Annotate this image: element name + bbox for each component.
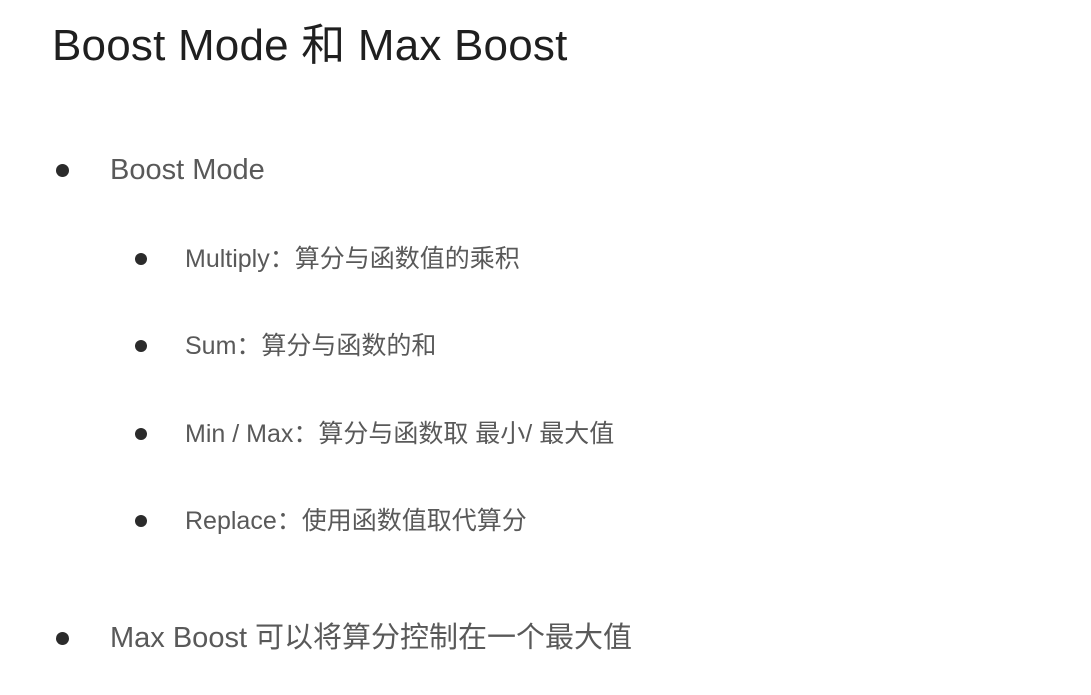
- sub-bullet-replace: Replace：使用函数值取代算分: [135, 504, 527, 538]
- bullet-dot-icon: [56, 631, 69, 645]
- bullet-dot-icon: [135, 515, 147, 527]
- bullet-dot-icon: [135, 340, 147, 352]
- slide-title: Boost Mode 和 Max Boost: [52, 21, 568, 70]
- sub-bullet-text: Multiply：算分与函数值的乘积: [185, 245, 520, 273]
- sub-bullet-sum: Sum：算分与函数的和: [135, 329, 436, 363]
- sub-bullet-min-max: Min / Max：算分与函数取 最小/ 最大值: [135, 417, 614, 451]
- bullet-boost-mode: Boost Mode: [56, 150, 265, 190]
- bullet-max-boost: Max Boost 可以将算分控制在一个最大值: [56, 618, 632, 658]
- sub-bullet-text: Sum：算分与函数的和: [185, 332, 437, 360]
- bullet-text: Max Boost 可以将算分控制在一个最大值: [110, 622, 633, 654]
- slide: Boost Mode 和 Max Boost Boost Mode Multip…: [0, 0, 1091, 695]
- bullet-dot-icon: [56, 163, 69, 177]
- sub-bullet-text: Min / Max：算分与函数取 最小/ 最大值: [185, 420, 615, 448]
- sub-bullet-text: Replace：使用函数值取代算分: [185, 507, 527, 535]
- bullet-dot-icon: [135, 253, 147, 265]
- bullet-text: Boost Mode: [110, 154, 265, 186]
- sub-bullet-multiply: Multiply：算分与函数值的乘积: [135, 242, 520, 276]
- bullet-dot-icon: [135, 428, 147, 440]
